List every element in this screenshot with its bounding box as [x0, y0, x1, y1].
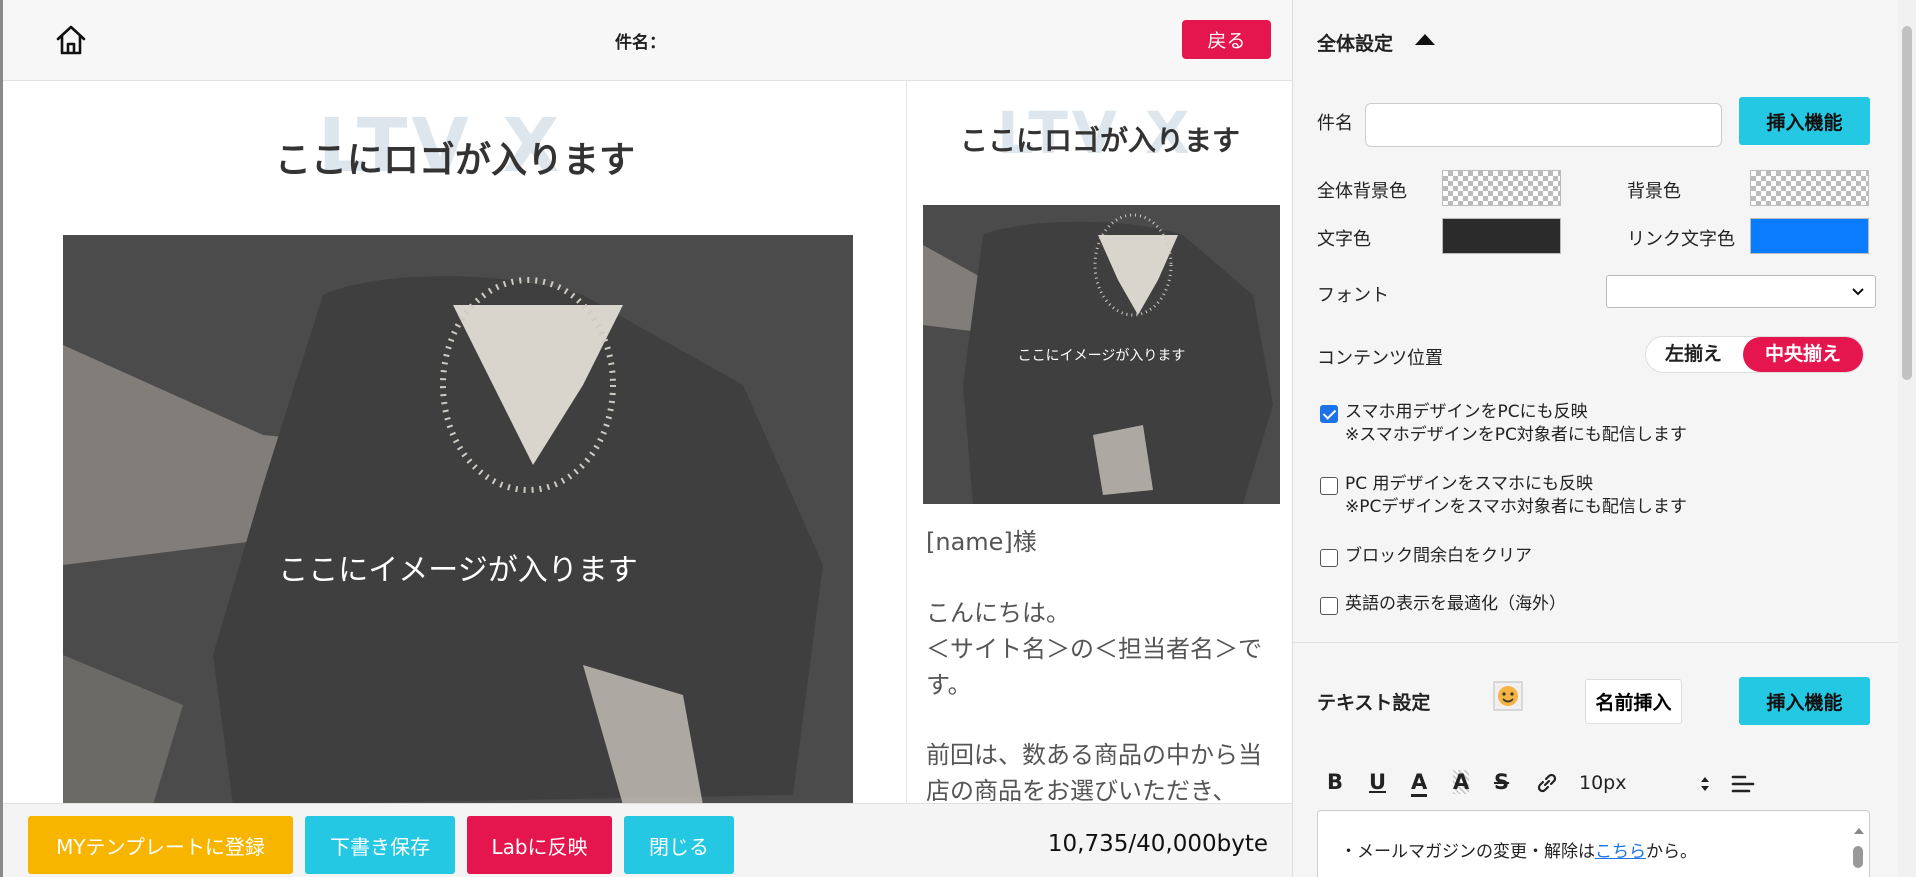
text-insert-function-button[interactable]: 挿入機能	[1739, 677, 1870, 725]
checkbox-note: ※スマホデザインをPC対象者にも配信します	[1345, 425, 1687, 445]
font-size-select[interactable]: 10px	[1579, 772, 1626, 794]
page-bg-color-swatch[interactable]	[1442, 170, 1561, 206]
link-color-swatch[interactable]	[1750, 218, 1869, 254]
bold-icon[interactable]: B	[1327, 770, 1343, 794]
optimize-english-checkbox[interactable]	[1320, 597, 1338, 615]
text-color-icon[interactable]: A	[1411, 770, 1428, 797]
collapse-up-icon[interactable]	[1413, 31, 1437, 47]
font-select[interactable]	[1606, 275, 1876, 308]
pc-to-sp-label: PC 用デザインをスマホにも反映 ※PCデザインをスマホ対象者にも配信します	[1345, 473, 1687, 519]
pc-preview[interactable]: LTV X ここにロゴが入ります ここにイメージが入ります	[3, 81, 906, 803]
updown-icon[interactable]	[1699, 774, 1711, 794]
editor-scrollbar[interactable]	[1853, 821, 1865, 877]
sp-to-pc-label: スマホ用デザインをPCにも反映 ※スマホデザインをPC対象者にも配信します	[1345, 401, 1687, 447]
page-scroll-thumb[interactable]	[1902, 26, 1912, 380]
logo-placeholder-text: ここにロゴが入ります	[960, 124, 1241, 157]
sp-body-line: ＜サイト名＞の＜担当者名＞です。	[926, 635, 1262, 699]
content-position-toggle: 左揃え 中央揃え	[1645, 336, 1864, 373]
text-color-swatch[interactable]	[1442, 218, 1561, 254]
sp-greeting: [name]様	[926, 528, 1037, 556]
settings-panel: 全体設定 件名 挿入機能 全体背景色 背景色 文字色 リンク文字色 フォント コ…	[1292, 0, 1898, 877]
checkbox-note: ※PCデザインをスマホ対象者にも配信します	[1345, 497, 1687, 517]
sp-preview[interactable]: LTV X ここにロゴが入ります ここにイメージが入ります [name]様 こん…	[906, 81, 1292, 803]
email-editor: 件名： 戻る LTV X ここにロゴが入ります ここにイメージが入ります LTV…	[0, 0, 1292, 877]
chevron-down-icon	[1852, 288, 1864, 296]
page-bg-color-label: 全体背景色	[1317, 181, 1407, 202]
sp-body-line: こんにちは。	[926, 599, 1070, 627]
register-mytemplate-button[interactable]: MYテンプレートに登録	[28, 816, 293, 874]
back-button[interactable]: 戻る	[1182, 20, 1271, 59]
rich-text-editor[interactable]: ・メールマガジンの変更・解除はこちらから。	[1317, 810, 1870, 877]
byte-counter: 10,735/40,000byte	[1047, 831, 1268, 857]
checkbox-title: PC 用デザインをスマホにも反映	[1345, 474, 1594, 494]
sweater-photo	[63, 235, 853, 803]
apply-to-lab-button[interactable]: Labに反映	[467, 816, 612, 874]
save-draft-button[interactable]: 下書き保存	[305, 816, 455, 874]
clear-block-margin-checkbox[interactable]	[1320, 549, 1338, 567]
checkbox-title: スマホ用デザインをPCにも反映	[1345, 402, 1588, 422]
sp-logo[interactable]: LTV X ここにロゴが入ります	[907, 81, 1292, 191]
text-color-label: 文字色	[1317, 229, 1371, 250]
pc-to-sp-checkbox[interactable]	[1320, 477, 1338, 495]
editor-header: 件名： 戻る	[3, 0, 1292, 81]
home-icon[interactable]	[53, 22, 89, 58]
bg-color-label: 背景色	[1627, 181, 1681, 202]
insert-name-button[interactable]: 名前挿入	[1585, 679, 1682, 724]
editor-text: ・メールマガジンの変更・解除は	[1340, 842, 1595, 862]
text-format-toolbar: B U A A S 10px	[1317, 758, 1797, 808]
emoji-icon[interactable]	[1493, 681, 1523, 711]
editor-footer: MYテンプレートに登録 下書き保存 Labに反映 閉じる 10,735/40,0…	[3, 803, 1292, 877]
image-placeholder-text: ここにイメージが入ります	[278, 553, 638, 588]
align-left-option[interactable]: 左揃え	[1646, 337, 1741, 372]
link-color-label: リンク文字色	[1627, 229, 1735, 250]
subject-label: 件名：	[615, 33, 666, 53]
pc-hero-image[interactable]: ここにイメージが入ります	[63, 235, 853, 803]
clear-block-margin-label: ブロック間余白をクリア	[1345, 546, 1532, 566]
content-position-label: コンテンツ位置	[1317, 348, 1443, 369]
highlight-color-icon[interactable]: A	[1453, 770, 1470, 794]
strikethrough-icon[interactable]: S	[1494, 770, 1509, 794]
logo-placeholder-text: ここにロゴが入ります	[275, 140, 636, 181]
insert-function-button[interactable]: 挿入機能	[1739, 97, 1870, 145]
text-settings-title: テキスト設定	[1317, 692, 1431, 714]
font-label: フォント	[1317, 285, 1389, 306]
sp-to-pc-checkbox[interactable]	[1320, 405, 1338, 423]
subject-input[interactable]	[1365, 103, 1722, 147]
editor-text: から。	[1646, 842, 1697, 862]
section-divider	[1293, 642, 1898, 643]
editor-line: ・メールマガジンの変更・解除はこちらから。	[1340, 837, 1697, 862]
bg-color-swatch[interactable]	[1750, 170, 1869, 206]
close-button[interactable]: 閉じる	[624, 816, 734, 874]
sp-body-line: 前回は、数ある商品の中から当店の商品をお選びいただき、	[926, 741, 1262, 803]
optimize-english-label: 英語の表示を最適化（海外）	[1345, 594, 1566, 614]
pc-logo[interactable]: LTV X ここにロゴが入ります	[3, 81, 906, 201]
unsubscribe-link[interactable]: こちら	[1595, 842, 1646, 862]
link-icon[interactable]	[1535, 771, 1559, 795]
sp-hero-image[interactable]: ここにイメージが入ります	[923, 205, 1280, 504]
underline-icon[interactable]: U	[1369, 770, 1386, 794]
image-placeholder-text: ここにイメージが入ります	[1017, 348, 1186, 364]
scroll-up-icon[interactable]	[1853, 826, 1865, 836]
subject-field-label: 件名	[1317, 113, 1353, 134]
page-scrollbar[interactable]	[1898, 0, 1916, 877]
editor-scroll-thumb[interactable]	[1853, 846, 1863, 868]
align-center-option[interactable]: 中央揃え	[1743, 337, 1863, 372]
global-settings-title[interactable]: 全体設定	[1317, 29, 1393, 56]
align-left-icon[interactable]	[1731, 774, 1755, 794]
